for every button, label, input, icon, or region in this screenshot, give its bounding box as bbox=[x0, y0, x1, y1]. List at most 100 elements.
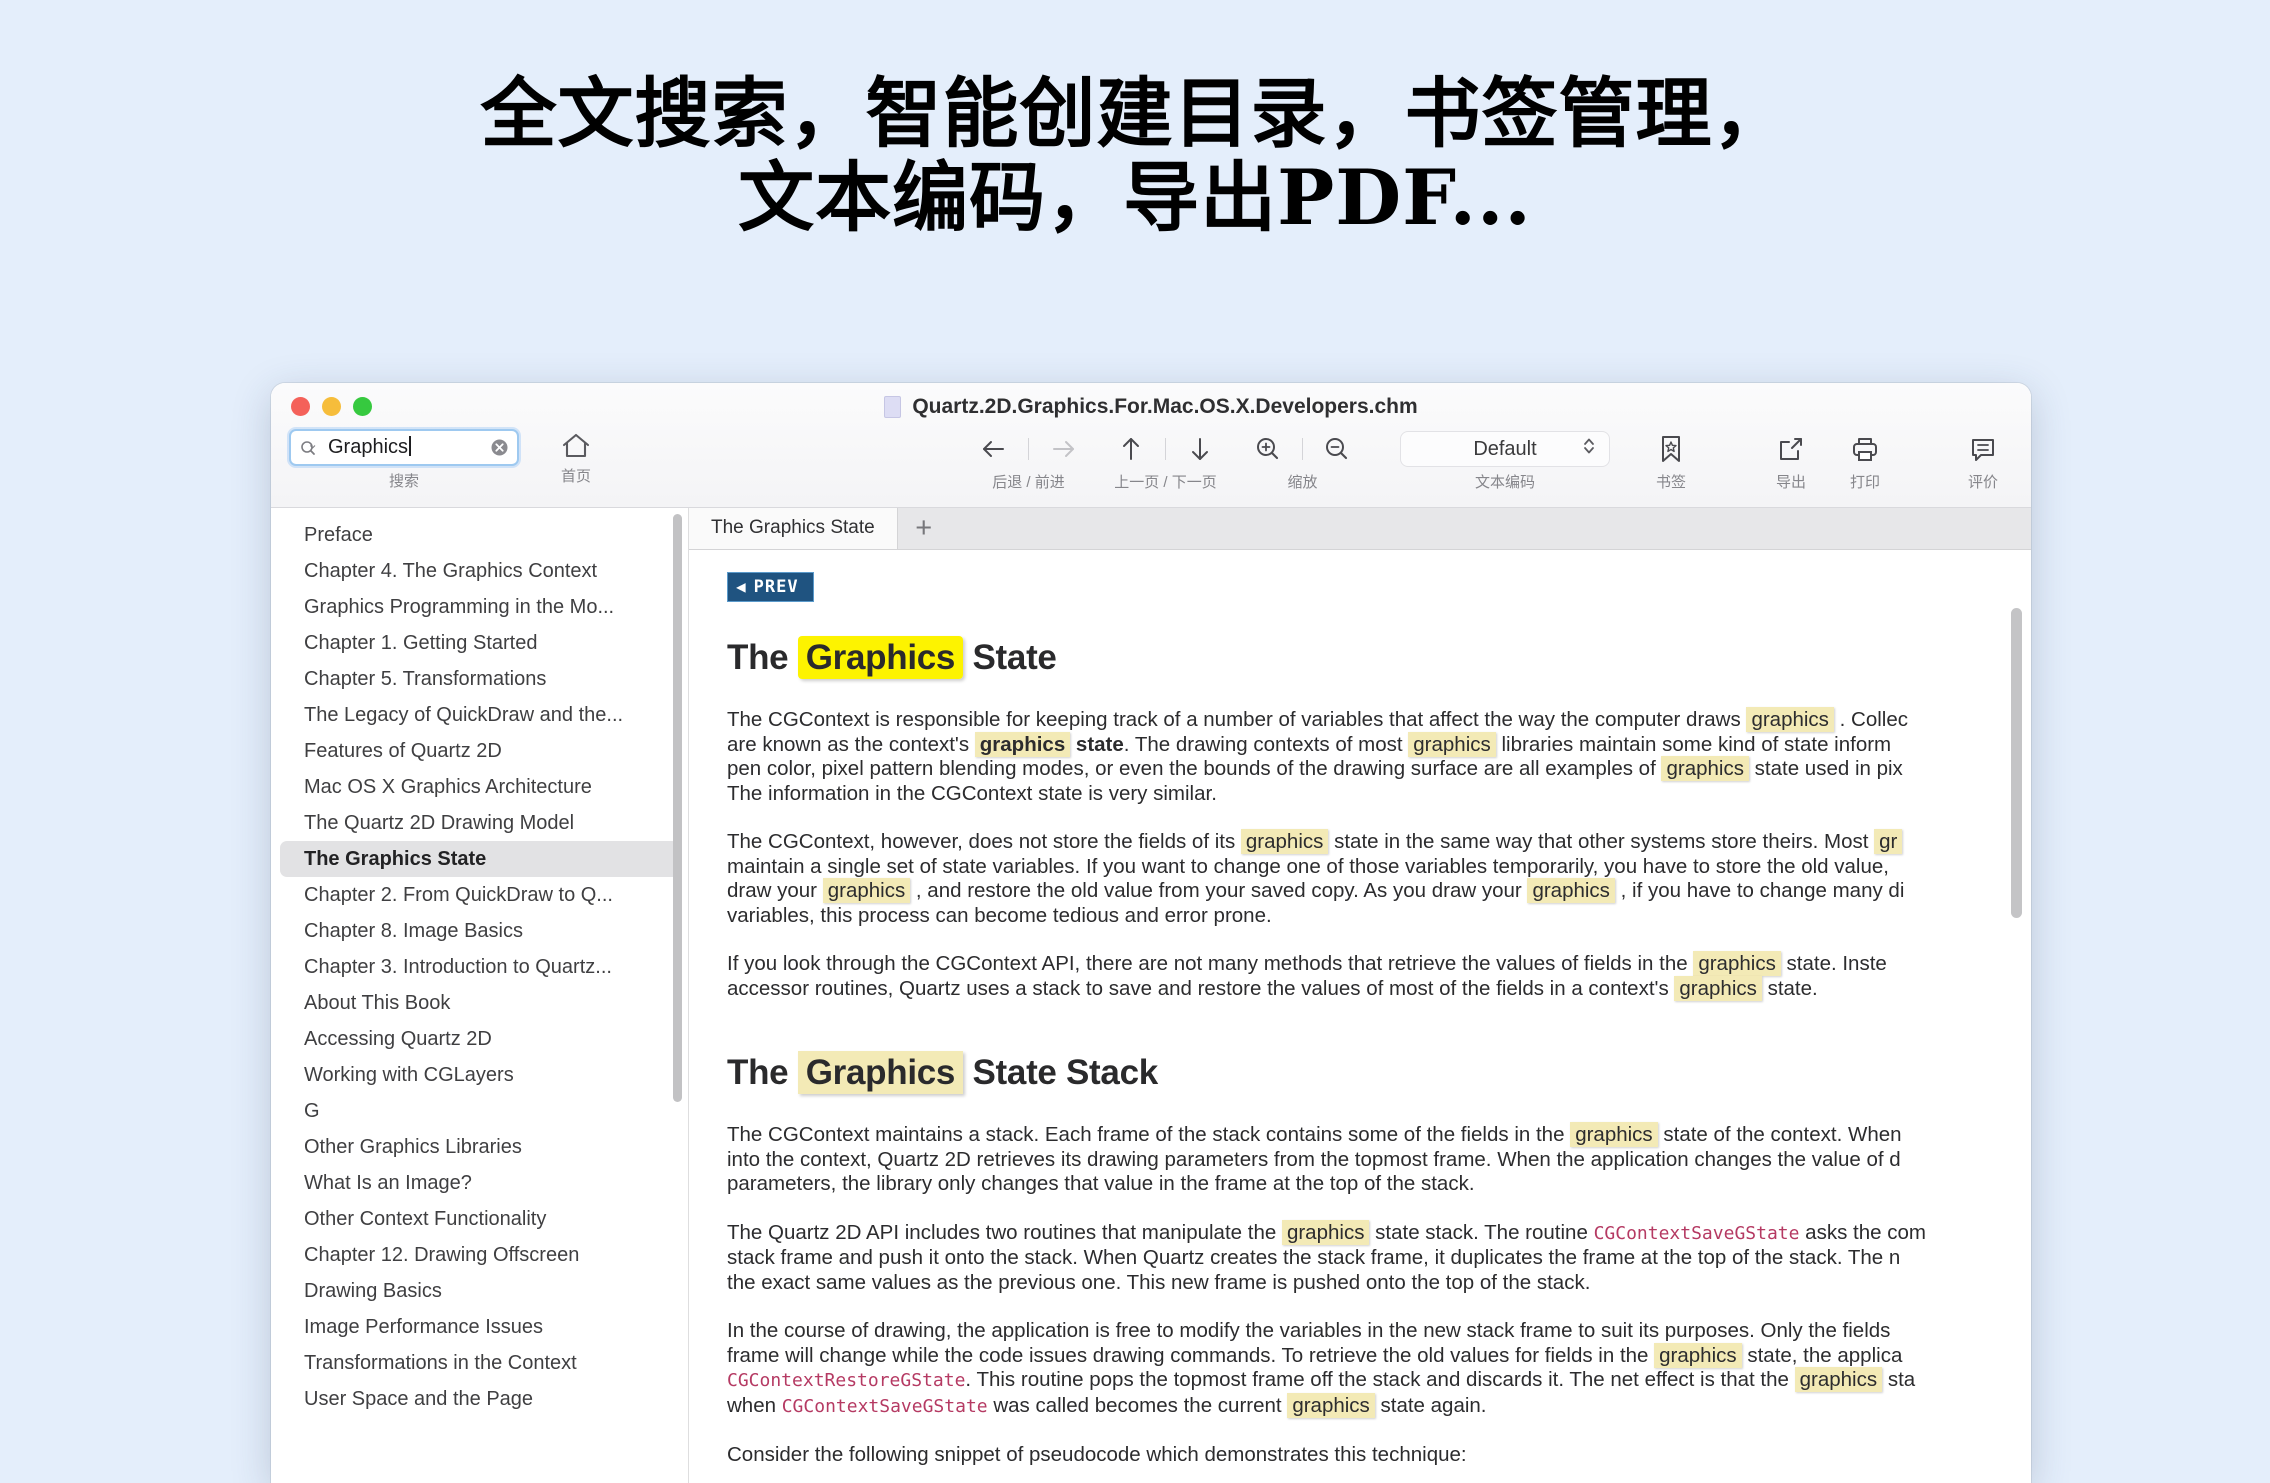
doc-paragraph-5: The Quartz 2D API includes two routines … bbox=[727, 1219, 1926, 1294]
promo-line-1: 全文搜索，智能创建目录，书签管理， bbox=[480, 69, 1790, 158]
sidebar-item-10[interactable]: Chapter 2. From QuickDraw to Q... bbox=[280, 877, 679, 913]
print-group[interactable]: 打印 bbox=[1842, 431, 1888, 492]
sidebar-item-12[interactable]: Chapter 3. Introduction to Quartz... bbox=[280, 949, 679, 985]
sidebar-item-18[interactable]: What Is an Image? bbox=[280, 1165, 679, 1201]
doc-paragraph-4: The CGContext maintains a stack. Each fr… bbox=[727, 1122, 1902, 1195]
prev-arrow-icon: ◀ bbox=[736, 577, 747, 596]
arrow-down-icon[interactable] bbox=[1177, 434, 1223, 464]
main-toolbar: 后退 / 前进 上一页 / 下一页 缩放 Default 文本编码 书签 导出 … bbox=[971, 431, 2031, 492]
document-viewport: ◀ PREV The Graphics State The CGContext i… bbox=[689, 550, 2031, 1483]
search-highlight: graphics bbox=[1693, 951, 1781, 976]
doc-paragraph-3: If you look through the CGContext API, t… bbox=[727, 951, 1887, 1001]
sidebar-scrollbar[interactable] bbox=[673, 514, 682, 1102]
encoding-value: Default bbox=[1473, 437, 1537, 460]
nav-group: 后退 / 前进 bbox=[971, 431, 1086, 492]
nav-label: 后退 / 前进 bbox=[992, 474, 1065, 491]
window-title: Quartz.2D.Graphics.For.Mac.OS.X.Develope… bbox=[912, 395, 1418, 418]
prev-button[interactable]: ◀ PREV bbox=[727, 572, 814, 602]
sidebar-item-22[interactable]: Image Performance Issues bbox=[280, 1309, 679, 1345]
search-highlight: Graphics bbox=[797, 636, 964, 679]
sidebar-item-2[interactable]: Graphics Programming in the Mo... bbox=[280, 589, 679, 625]
sidebar-item-23[interactable]: Transformations in the Context bbox=[280, 1345, 679, 1381]
sidebar-item-4[interactable]: Chapter 5. Transformations bbox=[280, 661, 679, 697]
export-label: 导出 bbox=[1775, 474, 1806, 491]
search-label: 搜索 bbox=[388, 473, 419, 490]
divider bbox=[1302, 438, 1303, 460]
encoding-select[interactable]: Default bbox=[1400, 431, 1610, 467]
search-highlight: graphics bbox=[822, 878, 911, 903]
window-body: Preface Chapter 4. The Graphics Context … bbox=[271, 508, 2031, 1483]
clear-icon[interactable] bbox=[490, 438, 509, 457]
search-icon bbox=[300, 439, 322, 457]
doc-paragraph-7: Consider the following snippet of pseudo… bbox=[727, 1443, 1467, 1466]
divider bbox=[1165, 438, 1166, 460]
code-token: CGContextRestoreGState bbox=[727, 1370, 966, 1391]
home-icon[interactable] bbox=[546, 431, 606, 461]
window-title-bar: Quartz.2D.Graphics.For.Mac.OS.X.Develope… bbox=[271, 395, 2031, 419]
export-icon[interactable] bbox=[1768, 434, 1814, 464]
search-highlight: graphics bbox=[1408, 731, 1496, 757]
sidebar-item-15[interactable]: Working with CGLayers bbox=[280, 1057, 679, 1093]
export-group[interactable]: 导出 bbox=[1768, 431, 1814, 492]
bookmark-star-icon[interactable] bbox=[1648, 433, 1694, 465]
doc-heading-2: The Graphics State Stack bbox=[727, 1051, 1158, 1094]
sidebar-item-16[interactable]: G bbox=[280, 1093, 679, 1129]
rate-group[interactable]: 评价 bbox=[1960, 431, 2006, 492]
zoom-label: 缩放 bbox=[1287, 474, 1318, 491]
search-highlight: graphics bbox=[1240, 829, 1329, 854]
sidebar-item-6[interactable]: Features of Quartz 2D bbox=[280, 733, 679, 769]
divider bbox=[1028, 438, 1029, 460]
arrow-left-icon[interactable] bbox=[971, 436, 1017, 462]
sidebar-item-1[interactable]: Chapter 4. The Graphics Context bbox=[280, 553, 679, 589]
sidebar-item-19[interactable]: Other Context Functionality bbox=[280, 1201, 679, 1237]
tab-the-graphics-state[interactable]: The Graphics State bbox=[689, 508, 898, 549]
doc-paragraph-2: The CGContext, however, does not store t… bbox=[727, 829, 1905, 927]
document-scrollbar[interactable] bbox=[2011, 608, 2022, 918]
arrow-right-icon bbox=[1040, 436, 1086, 462]
sidebar-item-0[interactable]: Preface bbox=[280, 517, 679, 553]
bookmark-group[interactable]: 书签 bbox=[1648, 431, 1694, 492]
zoom-group: 缩放 bbox=[1245, 431, 1360, 492]
doc-heading-1: The Graphics State bbox=[727, 636, 1057, 679]
search-highlight: graphics bbox=[1570, 1122, 1658, 1147]
doc-paragraph-6: In the course of drawing, the applicatio… bbox=[727, 1319, 1916, 1418]
search-highlight: graphics bbox=[1661, 756, 1749, 781]
search-input[interactable]: Graphics bbox=[289, 429, 519, 466]
sidebar-item-14[interactable]: Accessing Quartz 2D bbox=[280, 1021, 679, 1057]
search-highlight: graphics bbox=[1654, 1342, 1742, 1368]
chevron-updown-icon bbox=[1582, 435, 1596, 463]
search-highlight: graphics bbox=[1674, 975, 1762, 1001]
rate-label: 评价 bbox=[1967, 474, 1998, 491]
sidebar-item-9[interactable]: The Graphics State bbox=[280, 841, 679, 877]
sidebar-item-11[interactable]: Chapter 8. Image Basics bbox=[280, 913, 679, 949]
sidebar-item-13[interactable]: About This Book bbox=[280, 985, 679, 1021]
plus-icon[interactable]: + bbox=[898, 508, 950, 549]
prev-button-label: PREV bbox=[753, 577, 799, 597]
search-highlight: graphics bbox=[974, 731, 1071, 757]
code-token: CGContextSaveGState bbox=[1593, 1222, 1800, 1244]
zoom-in-icon[interactable] bbox=[1245, 435, 1291, 463]
search-toolbar-group: Graphics 搜索 bbox=[289, 429, 519, 491]
page-group: 上一页 / 下一页 bbox=[1108, 431, 1223, 492]
sidebar-item-21[interactable]: Drawing Basics bbox=[280, 1273, 679, 1309]
document-pane: The Graphics State + ◀ PREV The Graphics … bbox=[689, 508, 2031, 1483]
tab-bar: The Graphics State + bbox=[689, 508, 2031, 550]
sidebar-item-8[interactable]: The Quartz 2D Drawing Model bbox=[280, 805, 679, 841]
home-toolbar-group[interactable]: 首页 bbox=[546, 429, 606, 486]
zoom-out-icon[interactable] bbox=[1314, 435, 1360, 463]
bookmark-label: 书签 bbox=[1655, 474, 1686, 491]
arrow-up-icon[interactable] bbox=[1108, 434, 1154, 464]
page-label: 上一页 / 下一页 bbox=[1114, 474, 1217, 491]
sidebar-item-17[interactable]: Other Graphics Libraries bbox=[280, 1129, 679, 1165]
toc-sidebar: Preface Chapter 4. The Graphics Context … bbox=[271, 508, 689, 1483]
doc-paragraph-1: The CGContext is responsible for keeping… bbox=[727, 707, 1908, 805]
sidebar-item-7[interactable]: Mac OS X Graphics Architecture bbox=[280, 769, 679, 805]
sidebar-item-20[interactable]: Chapter 12. Drawing Offscreen bbox=[280, 1237, 679, 1273]
comment-icon[interactable] bbox=[1960, 434, 2006, 464]
sidebar-item-5[interactable]: The Legacy of QuickDraw and the... bbox=[280, 697, 679, 733]
sidebar-item-3[interactable]: Chapter 1. Getting Started bbox=[280, 625, 679, 661]
sidebar-item-24[interactable]: User Space and the Page bbox=[280, 1381, 679, 1417]
print-icon[interactable] bbox=[1842, 434, 1888, 464]
search-highlight: graphics bbox=[1281, 1219, 1370, 1245]
search-highlight: Graphics bbox=[797, 1051, 964, 1094]
